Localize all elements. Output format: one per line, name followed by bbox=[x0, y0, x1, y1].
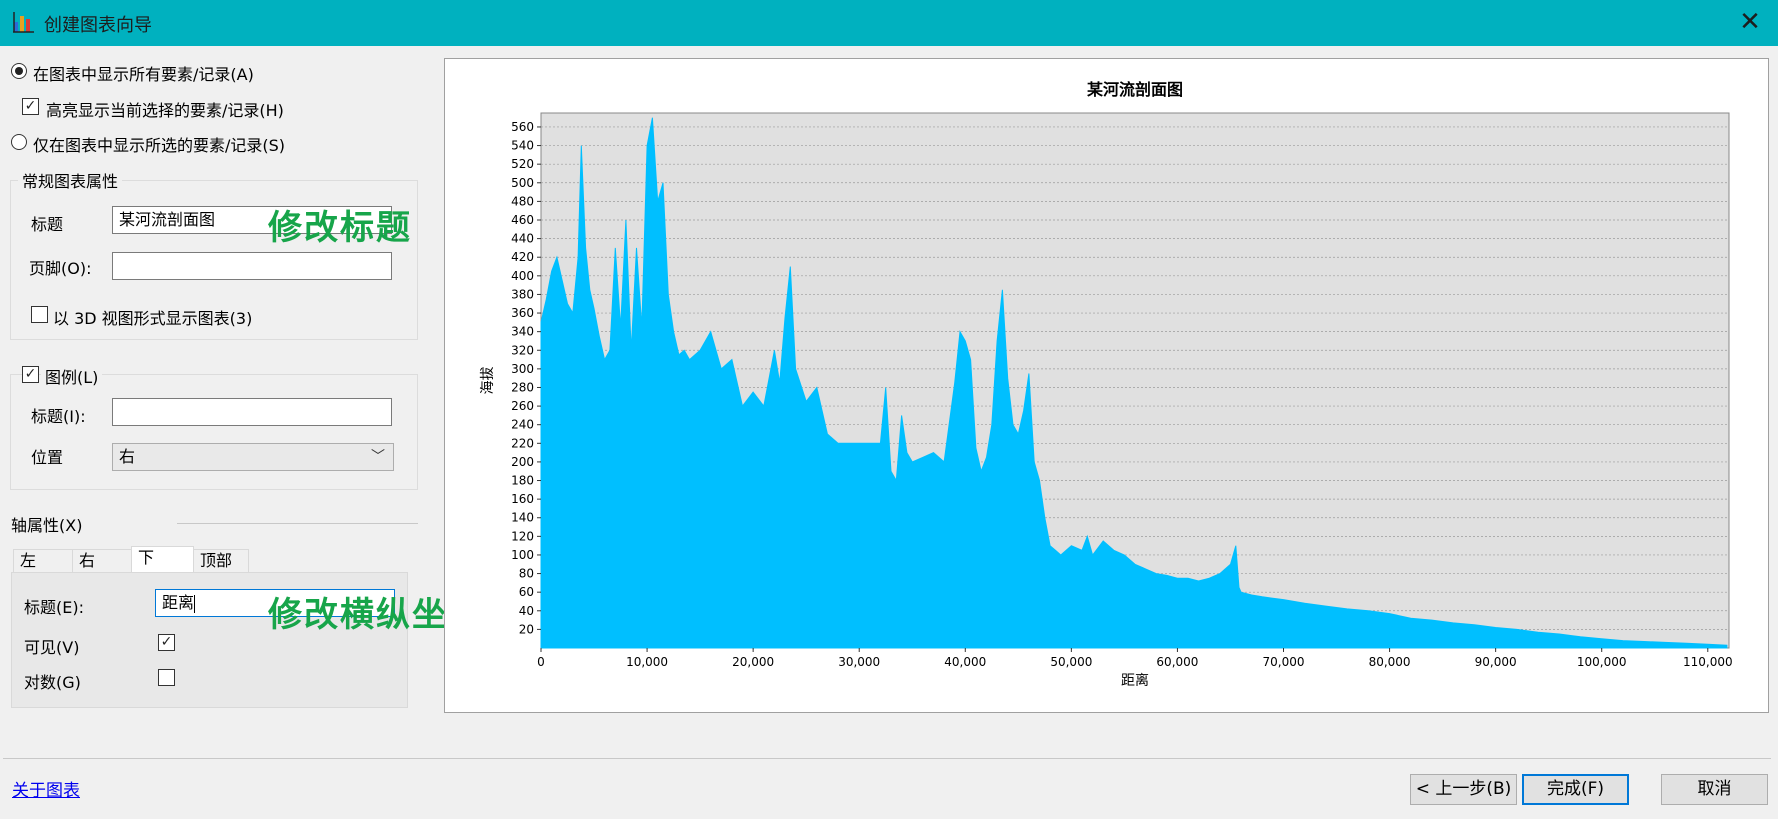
finish-button[interactable]: 完成(F) bbox=[1522, 774, 1629, 805]
about-chart-link[interactable]: 关于图表 bbox=[12, 776, 80, 801]
y-tick-label: 60 bbox=[519, 585, 534, 599]
axis-heading-divider bbox=[177, 523, 418, 524]
y-tick-label: 200 bbox=[511, 455, 534, 469]
chart-svg: 20 40 60 80 100 120 140 160 180 200 220 240 260 280 30… bbox=[480, 80, 1733, 689]
view3d-label: 以 3D 视图形式显示图表(3) bbox=[53, 309, 253, 328]
x-tick-label: 90,000 bbox=[1475, 655, 1517, 669]
chart-preview-frame: 20 40 60 80 100 120 140 160 180 200 220 240 260 280 30… bbox=[444, 58, 1769, 713]
footer-input[interactable] bbox=[112, 252, 392, 280]
x-tick-label: 20,000 bbox=[732, 655, 774, 669]
y-tick-label: 480 bbox=[511, 194, 534, 208]
x-tick-label: 80,000 bbox=[1369, 655, 1411, 669]
tab-bottom-axis[interactable]: 下 bbox=[131, 546, 194, 573]
tab-left-axis[interactable]: 左 bbox=[13, 549, 73, 573]
tab-right-axis[interactable]: 右 bbox=[72, 549, 132, 573]
axis-log-checkbox[interactable] bbox=[158, 669, 175, 686]
x-tick-label: 110,000 bbox=[1683, 655, 1733, 669]
x-tick-label: 10,000 bbox=[626, 655, 668, 669]
show-all-radio[interactable] bbox=[11, 63, 27, 79]
view3d-checkbox[interactable] bbox=[31, 306, 48, 323]
title-bar: 创建图表向导 ✕ bbox=[0, 0, 1778, 46]
annotation-edit-title: 修改标题 bbox=[268, 208, 412, 248]
y-tick-label: 220 bbox=[511, 436, 534, 450]
legend-checkbox[interactable]: ✓ bbox=[22, 366, 39, 383]
chart-title: 某河流剖面图 bbox=[1086, 80, 1183, 99]
y-tick-label: 360 bbox=[511, 306, 534, 320]
axis-visible-checkbox[interactable]: ✓ bbox=[158, 634, 175, 651]
general-properties-heading: 常规图表属性 bbox=[18, 168, 123, 192]
y-tick-label: 40 bbox=[519, 604, 534, 618]
chevron-down-icon: ﹀ bbox=[371, 449, 385, 465]
x-tick-label: 40,000 bbox=[944, 655, 986, 669]
y-tick-label: 140 bbox=[511, 511, 534, 525]
axis-title-value: 距离 bbox=[162, 593, 195, 612]
cancel-button[interactable]: 取消 bbox=[1661, 774, 1768, 805]
y-tick-label: 20 bbox=[519, 622, 534, 636]
y-tick-label: 520 bbox=[511, 157, 534, 171]
close-button[interactable]: ✕ bbox=[1722, 0, 1778, 46]
legend-position-select[interactable]: 右 ﹀ bbox=[112, 443, 394, 471]
y-tick-label: 420 bbox=[511, 250, 534, 264]
y-tick-label: 460 bbox=[511, 213, 534, 227]
y-tick-label: 380 bbox=[511, 287, 534, 301]
y-tick-label: 280 bbox=[511, 380, 534, 394]
y-tick-label: 440 bbox=[511, 232, 534, 246]
show-selected-label: 仅在图表中显示所选的要素/记录(S) bbox=[33, 136, 286, 155]
axis-log-label: 对数(G) bbox=[24, 673, 81, 692]
y-tick-label: 300 bbox=[511, 362, 534, 376]
y-tick-label: 560 bbox=[511, 120, 534, 134]
axis-visible-label: 可见(V) bbox=[24, 638, 80, 657]
footer-separator bbox=[3, 758, 1771, 759]
y-tick-label: 120 bbox=[511, 529, 534, 543]
axis-title-label: 标题(E): bbox=[24, 598, 84, 617]
y-axis-title: 海拔 bbox=[480, 367, 496, 395]
y-tick-label: 540 bbox=[511, 139, 534, 153]
footer-label: 页脚(O): bbox=[29, 259, 92, 278]
axis-properties-heading: 轴属性(X) bbox=[11, 516, 83, 535]
highlight-label: 高亮显示当前选择的要素/记录(H) bbox=[46, 101, 284, 120]
y-tick-label: 400 bbox=[511, 269, 534, 283]
legend-heading: 图例(L) bbox=[41, 364, 103, 388]
y-tick-label: 340 bbox=[511, 325, 534, 339]
legend-title-label: 标题(I): bbox=[31, 407, 86, 426]
x-tick-label: 50,000 bbox=[1050, 655, 1092, 669]
y-tick-label: 500 bbox=[511, 176, 534, 190]
window-title: 创建图表向导 bbox=[44, 15, 152, 36]
y-tick-label: 160 bbox=[511, 492, 534, 506]
show-all-label: 在图表中显示所有要素/记录(A) bbox=[33, 65, 254, 84]
chart-wizard-icon bbox=[13, 12, 34, 33]
legend-group bbox=[10, 374, 418, 490]
legend-position-label: 位置 bbox=[31, 448, 64, 467]
chart-title-label: 标题 bbox=[31, 215, 64, 234]
legend-title-input[interactable] bbox=[112, 398, 392, 426]
highlight-checkbox[interactable]: ✓ bbox=[22, 98, 39, 115]
y-tick-label: 240 bbox=[511, 418, 534, 432]
y-tick-label: 320 bbox=[511, 343, 534, 357]
x-tick-label: 30,000 bbox=[838, 655, 880, 669]
x-axis-title: 距离 bbox=[1121, 672, 1149, 689]
back-button[interactable]: < 上一步(B) bbox=[1410, 774, 1517, 805]
text-cursor bbox=[194, 594, 196, 613]
y-tick-label: 100 bbox=[511, 548, 534, 562]
legend-position-value: 右 bbox=[119, 447, 136, 466]
y-tick-label: 260 bbox=[511, 399, 534, 413]
y-tick-label: 180 bbox=[511, 474, 534, 488]
show-selected-radio[interactable] bbox=[11, 134, 27, 150]
x-tick-label: 100,000 bbox=[1577, 655, 1627, 669]
x-tick-label: 0 bbox=[537, 655, 545, 669]
x-tick-label: 60,000 bbox=[1156, 655, 1198, 669]
tab-top-axis[interactable]: 顶部 bbox=[193, 549, 249, 573]
y-tick-label: 80 bbox=[519, 567, 534, 581]
x-tick-label: 70,000 bbox=[1263, 655, 1305, 669]
